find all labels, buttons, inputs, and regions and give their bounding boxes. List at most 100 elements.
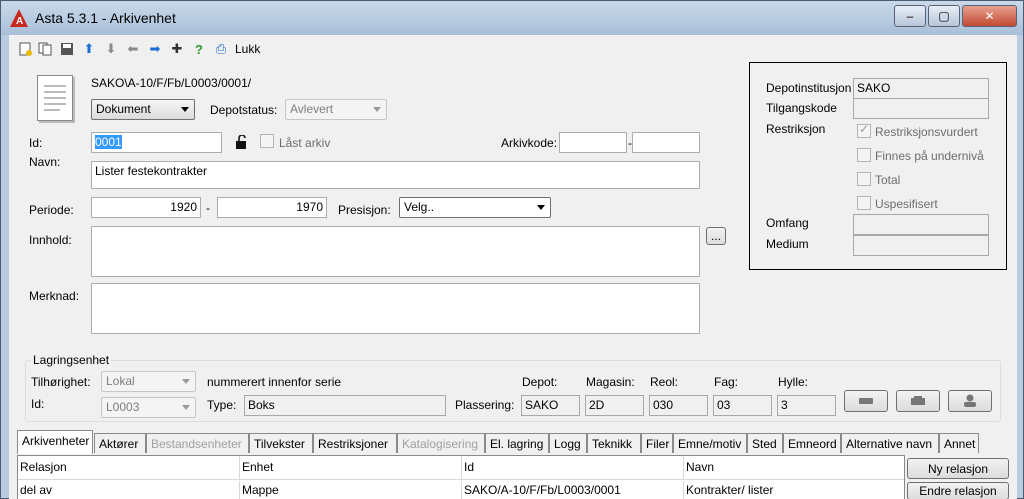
tab-arkivenheter[interactable]: Arkivenheter	[17, 430, 93, 454]
omfang-field[interactable]	[853, 214, 989, 235]
tab-teknikk[interactable]: Teknikk	[587, 433, 641, 453]
magasin-field[interactable]: 2D	[585, 395, 644, 416]
tab-annet[interactable]: Annet	[939, 433, 979, 453]
periode-to-field[interactable]: 1970	[217, 197, 327, 218]
title-bar[interactable]: A Asta 5.3.1 - Arkivenhet – ▢ ✕	[1, 1, 1023, 35]
total-checkbox[interactable]	[857, 172, 871, 186]
reol-label: Reol:	[650, 375, 679, 389]
periode-from-field[interactable]: 1920	[91, 197, 201, 218]
innhold-browse-button[interactable]: ...	[706, 227, 726, 245]
column-header-navn[interactable]: Navn	[684, 456, 904, 480]
unlock-icon[interactable]	[235, 134, 249, 149]
cell-value: del av	[20, 483, 53, 497]
type-label: Type:	[207, 398, 237, 412]
minimize-button[interactable]: –	[894, 5, 926, 27]
tilhorighet-select[interactable]: Lokal	[101, 371, 196, 392]
new-relation-button[interactable]: Ny relasjon	[907, 458, 1009, 479]
type-value: Boks	[248, 398, 275, 412]
svg-text:A: A	[16, 16, 23, 27]
uspesifisert-checkbox[interactable]	[857, 196, 871, 210]
table-cell-relasjon[interactable]: del av	[18, 481, 240, 499]
tab-logg[interactable]: Logg	[549, 433, 587, 453]
merknad-label: Merknad:	[29, 289, 80, 303]
lagring-id-select[interactable]: L0003	[101, 397, 196, 418]
depotstatus-select[interactable]: Avlevert	[285, 99, 387, 120]
reol-field[interactable]: 030	[649, 395, 708, 416]
presisjon-select[interactable]: Velg..	[399, 197, 551, 218]
maximize-button[interactable]: ▢	[928, 5, 960, 27]
id-field[interactable]: 0001	[91, 132, 222, 153]
fag-label: Fag:	[714, 375, 739, 389]
tilgangskode-field[interactable]	[853, 98, 989, 119]
save-icon[interactable]	[59, 41, 75, 57]
restriksjonsvurdert-checkbox[interactable]	[857, 122, 871, 138]
tab-label: Bestandsenheter	[151, 437, 242, 451]
tab-label: Alternative navn	[846, 437, 933, 451]
tab-sted[interactable]: Sted	[747, 433, 783, 453]
doc-type-select[interactable]: Dokument	[91, 99, 195, 120]
tab-label: Annet	[944, 437, 976, 451]
lagring-id-label: Id:	[31, 397, 45, 411]
copy-icon[interactable]	[37, 41, 53, 57]
innhold-field[interactable]	[91, 226, 700, 277]
arkivkode-field-1[interactable]	[559, 132, 627, 153]
toolbar: ⬆ ⬇ ⬅ ➡ ✚ ? ⎙ Lukk	[9, 35, 1017, 63]
tab-label: Emne/motiv	[678, 437, 742, 451]
print-icon[interactable]: ⎙	[213, 41, 229, 57]
column-header-id[interactable]: Id	[462, 456, 684, 480]
tab-emne-motiv[interactable]: Emne/motiv	[673, 433, 747, 453]
tab-el-lagring[interactable]: El. lagring	[485, 433, 549, 453]
uspesifisert-label: Uspesifisert	[875, 197, 938, 211]
table-cell-navn[interactable]: Kontrakter/ lister	[684, 481, 904, 499]
depot-label: Depot:	[522, 375, 558, 389]
tab-bestandsenheter[interactable]: Bestandsenheter	[146, 433, 249, 453]
storage-person-button[interactable]	[948, 390, 992, 412]
help-icon[interactable]: ?	[191, 41, 207, 57]
tab-alternative-navn[interactable]: Alternative navn	[841, 433, 939, 453]
storage-card-button[interactable]	[844, 390, 888, 412]
hylle-field[interactable]: 3	[777, 395, 836, 416]
table-cell-enhet[interactable]: Mappe	[240, 481, 462, 499]
arrow-down-icon[interactable]: ⬇	[103, 41, 119, 57]
fag-field[interactable]: 03	[713, 395, 772, 416]
new-doc-icon[interactable]	[17, 41, 33, 57]
column-header-enhet[interactable]: Enhet	[240, 456, 462, 480]
depotinstitusjon-field[interactable]: SAKO	[853, 78, 989, 99]
storage-box-button[interactable]	[896, 390, 940, 412]
table-cell-id[interactable]: SAKO/A-10/F/Fb/L0003/0001	[462, 481, 684, 499]
new-relation-label: Ny relasjon	[927, 461, 989, 476]
merknad-field[interactable]	[91, 283, 700, 334]
tab-tilvekster[interactable]: Tilvekster	[249, 433, 313, 453]
type-field[interactable]: Boks	[244, 395, 446, 416]
tab-restriksjoner[interactable]: Restriksjoner	[313, 433, 397, 453]
document-icon	[37, 75, 73, 121]
arkivkode-field-2[interactable]	[632, 132, 700, 153]
column-header-relasjon[interactable]: Relasjon	[18, 456, 240, 480]
add-star-icon[interactable]: ✚	[169, 41, 185, 57]
finnes-paa-undernivaa-checkbox[interactable]	[857, 148, 871, 162]
box-icon	[911, 396, 925, 405]
tab-aktorer[interactable]: Aktører	[94, 433, 146, 453]
tab-filer[interactable]: Filer	[641, 433, 673, 453]
close-button[interactable]: ✕	[962, 5, 1017, 27]
periode-to-value: 1970	[296, 200, 323, 214]
edit-relation-button[interactable]: Endre relasjon	[907, 482, 1009, 499]
navn-field[interactable]: Lister festekontrakter	[91, 161, 700, 189]
arrow-right-icon[interactable]: ➡	[147, 41, 163, 57]
tab-emneord[interactable]: Emneord	[783, 433, 841, 453]
locked-archive-checkbox[interactable]	[260, 134, 274, 148]
arrow-up-icon[interactable]: ⬆	[81, 41, 97, 57]
finnes-paa-undernivaa-label: Finnes på undernivå	[875, 149, 984, 163]
depot-field[interactable]: SAKO	[521, 395, 580, 416]
tab-katalogisering[interactable]: Katalogisering	[397, 433, 485, 453]
medium-field[interactable]	[853, 235, 989, 256]
close-label[interactable]: Lukk	[235, 42, 260, 56]
cell-value: SAKO/A-10/F/Fb/L0003/0001	[464, 483, 621, 497]
arkivkode-label: Arkivkode:	[501, 136, 558, 150]
hylle-value: 3	[781, 398, 788, 412]
arrow-left-icon[interactable]: ⬅	[125, 41, 141, 57]
person-icon	[964, 394, 976, 407]
tab-label: Arkivenheter	[22, 434, 90, 448]
depot-panel: Depotinstitusjon SAKO Tilgangskode Restr…	[749, 62, 1007, 270]
tab-label: Teknikk	[592, 437, 633, 451]
